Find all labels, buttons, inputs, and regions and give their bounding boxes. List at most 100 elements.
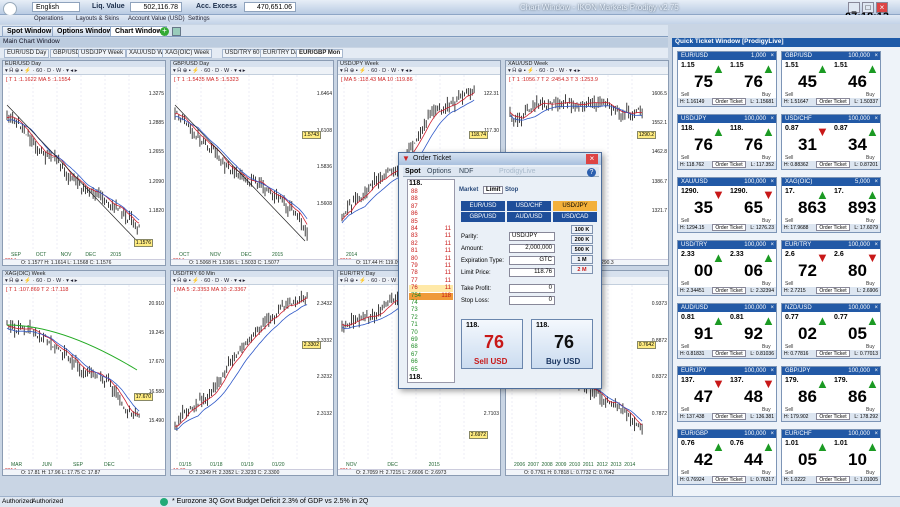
quick-ticket[interactable]: NZD/USD 100,000 × 0.77 ▲ 02 Sell 0.77 ▲ 05…: [781, 303, 881, 359]
sell-price-big[interactable]: 02: [798, 324, 817, 344]
chart-tab[interactable]: XAG(OIC) Week: [162, 49, 213, 58]
ladder-row[interactable]: 82 11: [409, 241, 453, 248]
quick-ticket[interactable]: EUR/JPY 100,000 × 137. ▼ 47 Sell 137. ▼ 48…: [677, 366, 777, 422]
ticket-close-icon[interactable]: ×: [770, 115, 774, 123]
ticket-close-icon[interactable]: ×: [770, 178, 774, 186]
chart-tab[interactable]: EUR/GBP Mon: [296, 49, 344, 58]
ladder-row[interactable]: 81 11: [409, 248, 453, 255]
sell-price-big[interactable]: 863: [798, 198, 826, 218]
buy-price-big[interactable]: 893: [848, 198, 876, 218]
ticket-tab-prodigylive[interactable]: ProdigyLive: [499, 168, 536, 175]
ticket-amount[interactable]: 100,000: [848, 304, 870, 312]
quick-ticket[interactable]: GBP/JPY 100,000 × 179. ▲ 86 Sell 179. ▲ 86…: [781, 366, 881, 422]
order-ticket-button[interactable]: Order Ticket: [712, 287, 746, 294]
pair-button[interactable]: GBP/USD: [461, 212, 505, 222]
ticket-amount[interactable]: 100,000: [744, 241, 766, 249]
order-ticket-button[interactable]: Order Ticket: [816, 98, 850, 105]
quick-ticket[interactable]: USD/JPY 100,000 × 118. ▲ 76 Sell 118. ▲ 76…: [677, 114, 777, 170]
subtab-market[interactable]: Market: [459, 187, 478, 193]
menu-layouts[interactable]: Layouts & Skins: [76, 16, 119, 22]
ticket-close-icon[interactable]: ×: [770, 304, 774, 312]
ticket-tab-options[interactable]: Options: [427, 168, 451, 175]
order-ticket-button[interactable]: Order Ticket: [816, 413, 850, 420]
ladder-row[interactable]: 79 11: [409, 263, 453, 270]
buy-usd-button[interactable]: 118. 76 Buy USD: [531, 319, 593, 369]
order-ticket-button[interactable]: Order Ticket: [816, 476, 850, 483]
quick-ticket[interactable]: USD/TRY 100,000 × 2.33 ▲ 00 Sell 2.33 ▲ 06…: [677, 240, 777, 296]
sell-price-big[interactable]: 42: [694, 450, 713, 470]
order-ticket-button[interactable]: Order Ticket: [712, 161, 746, 168]
add-tab-icon[interactable]: +: [160, 27, 169, 36]
ticket-amount[interactable]: 100,000: [744, 367, 766, 375]
pair-button[interactable]: AUD/USD: [507, 212, 551, 222]
quick-ticket[interactable]: USD/CHF 100,000 × 0.87 ▼ 31 Sell 0.87 ▲ 34…: [781, 114, 881, 170]
quick-ticket[interactable]: XAG(OIC) 5,000 × 17. ▲ 863 Sell 17. ▲ 893 …: [781, 177, 881, 233]
chart-panel[interactable]: USD/TRY 60 Min ▾ Ȟ ⊕ ▪ ⚡ · 60 · D · W · ▾…: [170, 270, 334, 476]
ladder-row[interactable]: 80 11: [409, 256, 453, 263]
parity-select[interactable]: USD/JPY: [509, 232, 555, 241]
ladder-row[interactable]: 74: [409, 300, 453, 307]
quick-ticket[interactable]: XAU/USD 100,000 × 1290. ▼ 35 Sell 1290. ▼ …: [677, 177, 777, 233]
order-ticket-button[interactable]: Order Ticket: [712, 98, 746, 105]
ticket-amount[interactable]: 100,000: [848, 367, 870, 375]
ticket-amount[interactable]: 100,000: [744, 304, 766, 312]
order-ticket-button[interactable]: Order Ticket: [816, 287, 850, 294]
quick-amount-button[interactable]: 1 M: [571, 255, 593, 264]
ticket-close-icon[interactable]: ×: [770, 52, 774, 60]
subtab-stop[interactable]: Stop: [505, 187, 518, 193]
ticket-close-icon[interactable]: ×: [874, 178, 878, 186]
buy-price-big[interactable]: 65: [744, 198, 763, 218]
quick-amount-button[interactable]: 100 K: [571, 225, 593, 234]
buy-price-big[interactable]: 80: [848, 261, 867, 281]
buy-price-big[interactable]: 48: [744, 387, 763, 407]
menu-account-value[interactable]: Account Value (USD): [128, 16, 185, 22]
tab-settings-icon[interactable]: [172, 27, 181, 36]
help-icon[interactable]: ?: [587, 168, 596, 177]
ticket-close-button[interactable]: ×: [586, 154, 598, 164]
ladder-row[interactable]: 70: [409, 330, 453, 337]
ladder-row[interactable]: 68: [409, 344, 453, 351]
ladder-row[interactable]: 88: [409, 189, 453, 196]
take-profit-input[interactable]: 0: [509, 284, 555, 293]
order-ticket-button[interactable]: Order Ticket: [712, 413, 746, 420]
chart-toolbar[interactable]: ▾ Ȟ ⊕ ▪ ⚡ · 60 · D · W · ▾ ◂ ▸: [3, 67, 165, 75]
buy-price-big[interactable]: 86: [848, 387, 867, 407]
chart-toolbar[interactable]: ▾ Ȟ ⊕ ▪ ⚡ · 60 · D · W · ▾ ◂ ▸: [3, 277, 165, 285]
ladder-row[interactable]: 85: [409, 219, 453, 226]
buy-price-big[interactable]: 46: [848, 72, 867, 92]
chart-toolbar[interactable]: ▾ Ȟ ⊕ ▪ ⚡ · 60 · D · W · ▾ ◂ ▸: [338, 67, 500, 75]
ticket-amount[interactable]: 5,000: [855, 178, 870, 186]
ticket-close-icon[interactable]: ×: [874, 52, 878, 60]
price-plot[interactable]: [3, 75, 145, 251]
sell-price-big[interactable]: 31: [798, 135, 817, 155]
pair-button[interactable]: USD/CAD: [553, 212, 597, 222]
ladder-row[interactable]: 78 11: [409, 270, 453, 277]
sell-price-big[interactable]: 86: [798, 387, 817, 407]
ladder-row[interactable]: 71: [409, 322, 453, 329]
ladder-row[interactable]: 73: [409, 307, 453, 314]
quick-ticket[interactable]: EUR/GBP 100,000 × 0.76 ▲ 42 Sell 0.76 ▲ 44…: [677, 429, 777, 485]
sell-price-big[interactable]: 72: [798, 261, 817, 281]
price-plot[interactable]: [171, 75, 313, 251]
chart-tab[interactable]: EUR/USD Day: [4, 49, 50, 58]
quick-amount-button[interactable]: 500 K: [571, 245, 593, 254]
tab-options-window[interactable]: Options Window: [52, 26, 118, 37]
quick-ticket[interactable]: GBP/USD 100,000 × 1.51 ▲ 45 Sell 1.51 ▲ 46…: [781, 51, 881, 107]
ticket-close-icon[interactable]: ×: [874, 430, 878, 438]
price-plot[interactable]: [3, 285, 145, 461]
ladder-row[interactable]: 65: [409, 367, 453, 374]
ladder-row[interactable]: 87: [409, 204, 453, 211]
ticket-amount[interactable]: 100,000: [848, 52, 870, 60]
ticket-close-icon[interactable]: ×: [770, 430, 774, 438]
sell-price-big[interactable]: 47: [694, 387, 713, 407]
pair-button[interactable]: USD/CHF: [507, 201, 551, 211]
menu-operations[interactable]: Operations: [34, 16, 63, 22]
price-plot[interactable]: [171, 285, 313, 461]
chart-toolbar[interactable]: ▾ Ȟ ⊕ ▪ ⚡ · 60 · D · W · ▾ ◂ ▸: [506, 67, 668, 75]
quick-amount-button[interactable]: 200 K: [571, 235, 593, 244]
ladder-row[interactable]: 88: [409, 196, 453, 203]
buy-price-big[interactable]: 76: [744, 72, 763, 92]
ladder-row[interactable]: 86: [409, 211, 453, 218]
buy-price-big[interactable]: 44: [744, 450, 763, 470]
pair-button[interactable]: USD/JPY: [553, 201, 597, 211]
